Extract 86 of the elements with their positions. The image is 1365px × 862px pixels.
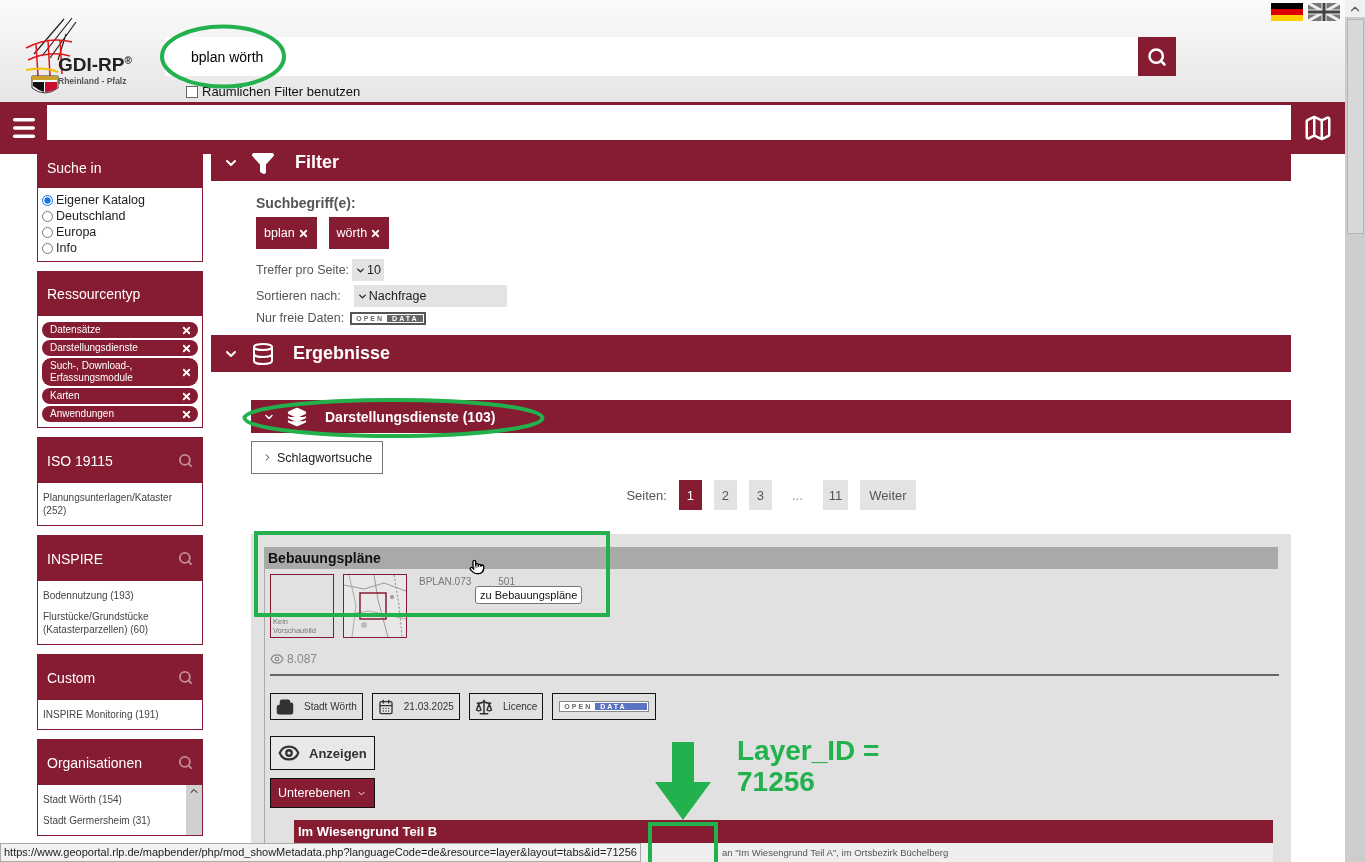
remove-icon [297,227,309,239]
remove-icon [181,324,192,336]
layers-icon [287,406,307,427]
remove-icon [370,227,382,239]
panel-title: ISO 19115 [47,452,113,469]
facet-link[interactable]: Stadt Wörth (154) [38,789,186,810]
annotation-note: Layer_ID = 71256 [737,735,880,797]
page-button[interactable]: 11 [822,480,849,510]
per-page-select[interactable]: 10 [352,259,384,281]
radio-button[interactable] [42,226,53,238]
panel-title: Suche in [47,160,102,176]
sublayers-button[interactable]: Unterebenen [270,778,376,808]
radio-label: Europa [56,224,97,240]
search-icon[interactable] [178,755,193,770]
keyword-search-button[interactable]: Schlagwortsuche [251,441,384,474]
resource-type-tag[interactable]: Darstellungsdienste [42,340,198,356]
search-icon[interactable] [178,551,193,566]
hand-cursor-icon [469,559,485,575]
radio-button[interactable] [42,194,53,206]
field-label: Nur freie Daten: [256,311,345,325]
radio-label: Info [56,240,77,256]
resource-type-tag[interactable]: Such-, Download-, Erfassungsmodule [42,358,198,386]
checkbox-label: Räumlichen Filter benutzen [202,84,361,99]
identifier-text: BPLAN.073 [419,576,472,587]
resource-type-tag[interactable]: Anwendungen [42,406,198,422]
eye-icon [270,652,284,666]
facet-link[interactable]: INSPIRE Monitoring (191) [38,704,202,725]
meta-button[interactable]: Stadt Wörth [270,693,363,720]
group-title: Darstellungsdienste (103) [325,408,496,425]
status-bar-url: https://www.geoportal.rlp.de/mapbender/php/mod_showMetadata.php?languageCode=de&resource=layer&layout=tabs&id=71256 [0,843,641,862]
radio-button[interactable] [42,242,53,254]
calendar-icon [377,698,394,715]
page-button[interactable]: 3 [748,480,772,510]
sublayer-title[interactable]: Im Wiesengrund Teil B [294,820,1273,843]
section-title: Ergebnisse [293,343,391,364]
annotation-frame [648,822,718,862]
terms-label: Suchbegriff(e): [256,195,357,211]
facet-link[interactable]: Bodennutzung (193) [38,585,202,606]
remove-icon [181,390,192,402]
show-button[interactable]: Anzeigen [270,736,375,770]
buildings-icon [276,697,294,716]
field-label: Treffer pro Seite: [256,263,350,277]
tooltip: zu Bebauungspläne [475,586,583,604]
sort-select[interactable]: Nachfrage [353,285,507,307]
meta-button[interactable]: 21.03.2025 [371,693,460,720]
remove-icon [181,342,192,354]
panel-title: INSPIRE [47,550,103,567]
funnel-icon [251,150,275,175]
search-field[interactable]: bplan wörth [165,37,1138,76]
remove-icon [181,408,192,420]
resource-type-tag[interactable]: Datensätze [42,322,198,338]
scrollbar-thumb[interactable] [1346,19,1364,234]
search-icon [1147,46,1167,67]
meta-button[interactable]: Licence [468,693,544,720]
radio-label: Deutschland [56,208,126,224]
pages-label: Seiten: [626,487,667,503]
section-title: Filter [295,152,339,173]
page-button[interactable]: 2 [713,480,737,510]
panel-title: Organisationen [47,754,142,771]
radio-label: Eigener Katalog [56,192,145,208]
search-term-tag[interactable]: bplan [256,217,317,249]
resource-type-tag[interactable]: Karten [42,388,198,404]
database-icon [251,341,275,366]
facet-link[interactable]: Stadt Germersheim (31) [38,810,186,831]
page-button[interactable]: 1 [678,480,702,510]
facet-link[interactable]: Flurstücke/Grundstücke (Katasterparzellen) (60) [38,606,202,640]
next-button[interactable]: Weiter [860,480,916,510]
panel-title: Custom [47,669,96,686]
result-title[interactable]: Bebauungspläne [264,547,1278,569]
search-button[interactable] [1138,37,1176,76]
view-count: 8.087 [287,652,318,666]
german-flag-icon[interactable] [1271,3,1303,21]
scales-icon [474,697,493,716]
search-icon[interactable] [178,670,193,685]
british-flag-icon[interactable] [1308,3,1340,21]
facet-link[interactable]: Planungsunterlagen/Kataster (252) [38,487,202,521]
checkbox[interactable] [186,85,198,98]
page-gap: ... [790,487,804,503]
identifier-text: 501 [498,576,515,587]
remove-icon [181,366,192,378]
map-icon [1303,113,1333,143]
radio-button[interactable] [42,210,53,222]
panel-title: Ressourcentyp [47,286,141,302]
search-term-tag[interactable]: wörth [328,217,390,249]
search-icon[interactable] [178,453,193,468]
field-label: Sortieren nach: [256,289,341,303]
